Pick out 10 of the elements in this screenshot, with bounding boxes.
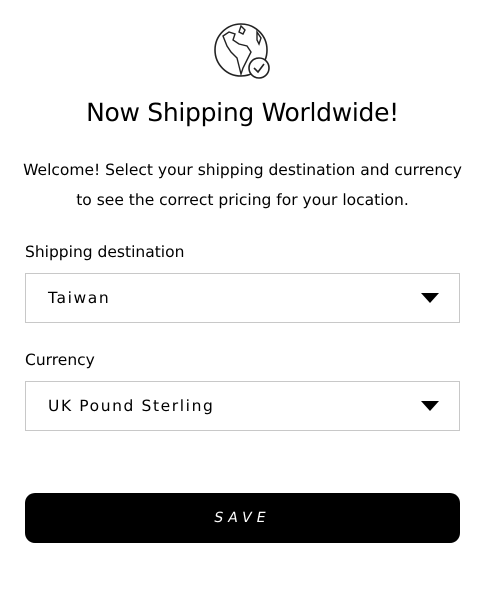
- save-button[interactable]: SAVE: [25, 493, 460, 543]
- dropdown[interactable]: UK Pound Sterling: [25, 381, 460, 431]
- field-label: Currency: [25, 351, 95, 369]
- globe-check-icon: [212, 22, 272, 82]
- dropdown[interactable]: Taiwan: [25, 273, 460, 323]
- dialog-title: Now Shipping Worldwide!: [86, 98, 399, 127]
- dropdown-caret-icon: [421, 401, 439, 411]
- dropdown-caret-icon: [421, 293, 439, 303]
- intro-text: Welcome! Select your shipping destination and currency to see the correct pricing for your location.: [22, 160, 462, 211]
- field-label: Shipping destination: [25, 243, 184, 261]
